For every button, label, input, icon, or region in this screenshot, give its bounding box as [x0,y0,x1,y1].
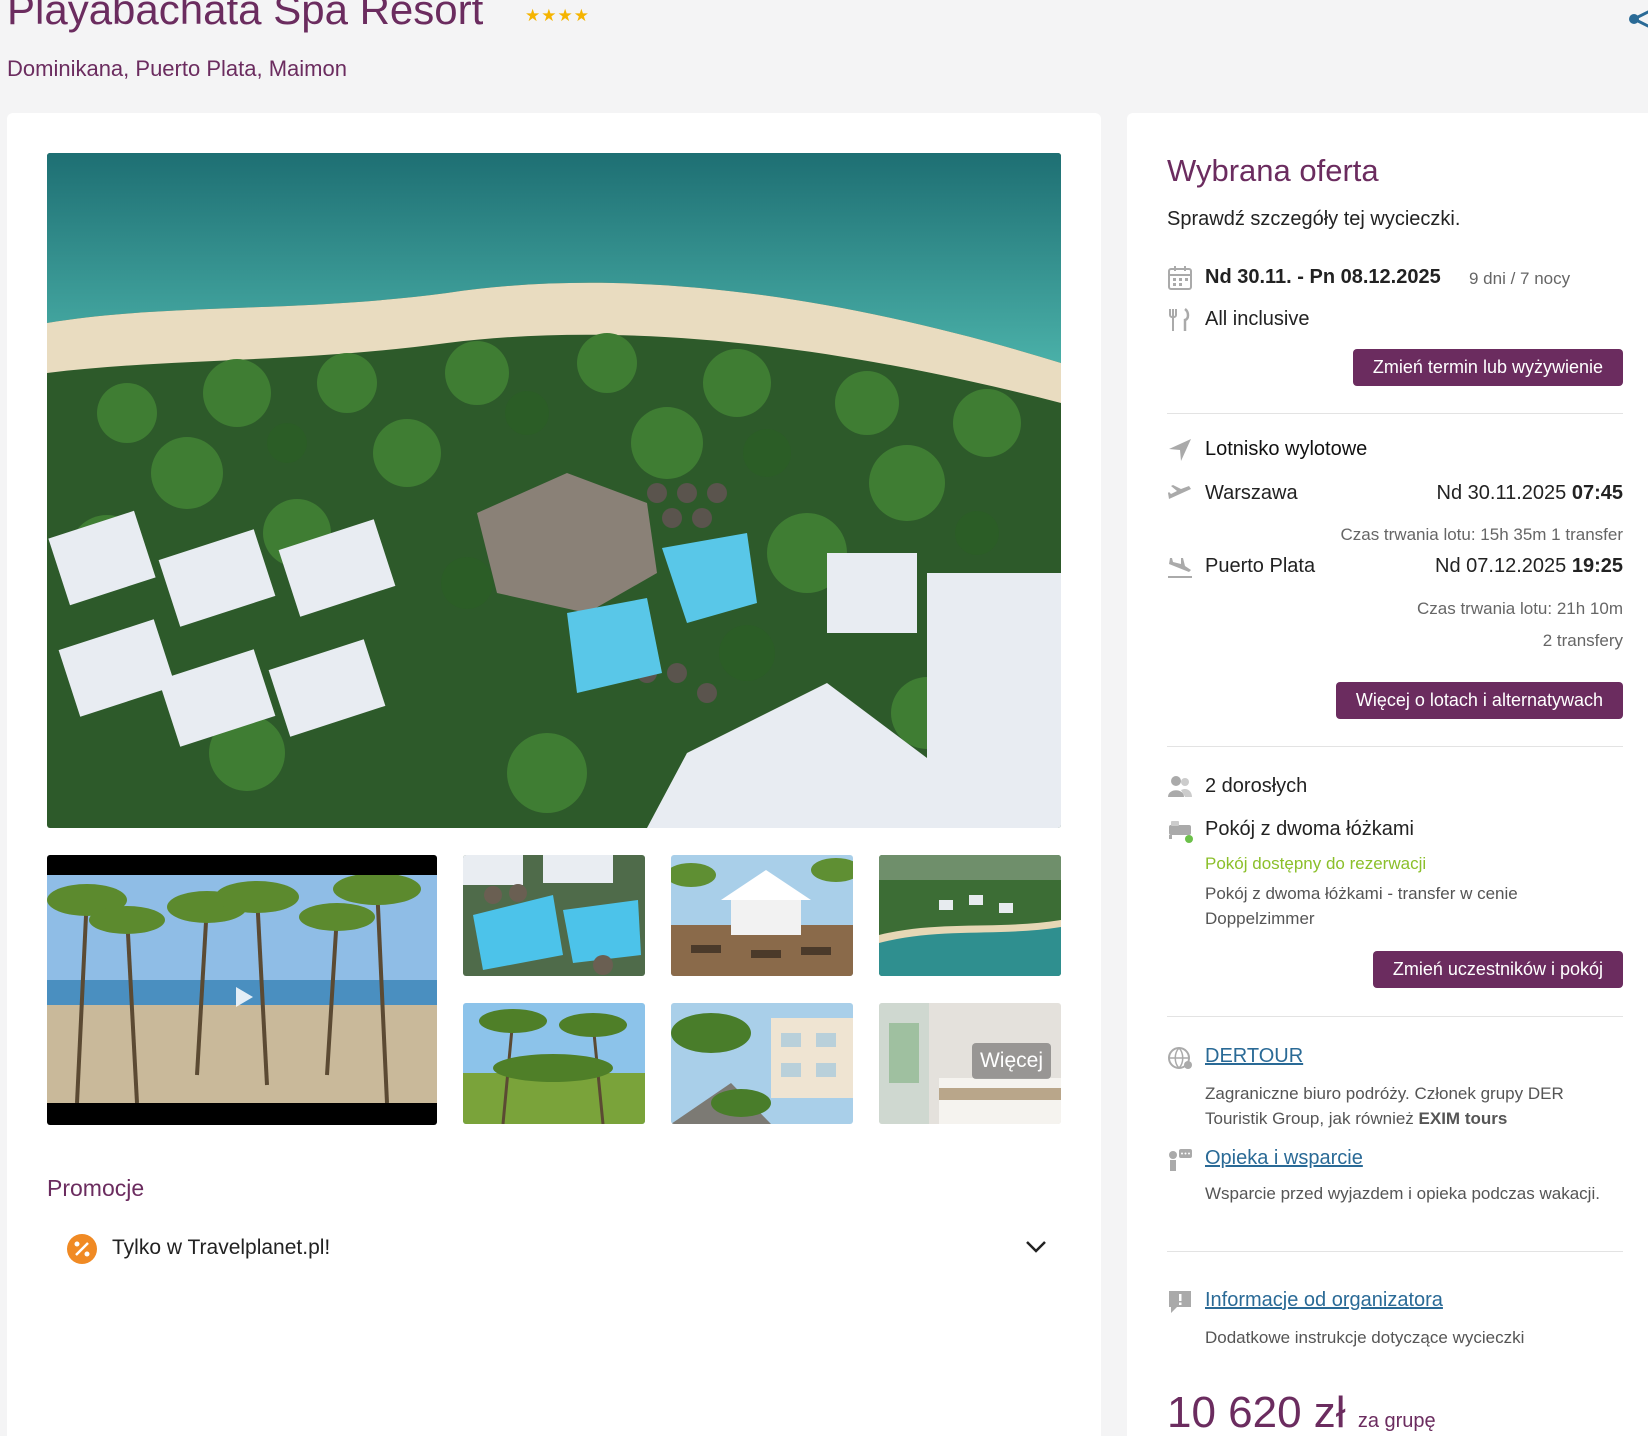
return-time: 19:25 [1571,555,1623,577]
offer-dates: Nd 30.11. - Pn 08.12.2025 [1205,266,1441,288]
travellers-count: 2 dorosłych [1205,775,1308,797]
gallery-thumb[interactable] [879,855,1061,976]
promotion-label: Tylko w Travelplanet.pl! [112,1236,331,1259]
play-icon[interactable] [229,983,257,1011]
board-type: All inclusive [1205,308,1310,330]
navigation-arrow-icon [1169,439,1191,461]
organizer-partner: EXIM tours [1418,1109,1508,1128]
outbound-city: Warszawa [1205,482,1298,504]
gallery-thumb[interactable] [463,855,645,976]
return-flight-info: Czas trwania lotu: 21h 10m [1417,599,1623,618]
offer-duration: 9 dni / 7 nocy [1469,269,1571,288]
share-icon[interactable] [1626,4,1648,34]
cutlery-icon [1169,308,1190,331]
divider [1167,746,1623,747]
price: 10 620 zł za grupę [1167,1388,1436,1436]
return-city: Puerto Plata [1205,555,1316,577]
room-availability: Pokój dostępny do rezerwacji [1205,854,1427,873]
organizer-link[interactable]: DERTOUR [1205,1045,1303,1068]
support-link[interactable]: Opieka i wsparcie [1205,1147,1363,1170]
more-photos-label[interactable]: Więcej [971,1043,1051,1079]
organizer-info-description: Dodatkowe instrukcje dotyczące wycieczki [1205,1328,1525,1347]
outbound-datetime: Nd 30.11.2025 07:45 [1437,482,1623,505]
outbound-flight-info: Czas trwania lotu: 15h 35m 1 transfer [1340,525,1623,544]
more-flights-button[interactable]: Więcej o lotach i alternatywach [1335,682,1623,719]
price-amount: 10 620 zł [1167,1388,1346,1436]
support-icon [1169,1149,1192,1171]
info-message-icon [1169,1291,1191,1313]
gallery-card: Więcej Promocje Tylko w Travelplanet.pl! [7,113,1101,1436]
main-photo[interactable] [47,153,1061,828]
offer-card: Wybrana oferta Sprawdź szczegóły tej wyc… [1127,113,1648,1436]
organizer-description-text: Zagraniczne biuro podróży. Członek grupy… [1205,1084,1564,1128]
gallery-thumb[interactable] [463,1003,645,1124]
star-rating: ★★★★ [525,6,590,25]
plane-departure-icon [1168,485,1191,499]
globe-icon [1168,1047,1192,1069]
divider [1167,1016,1623,1017]
bed-icon [1169,821,1193,843]
promotion-item[interactable]: Tylko w Travelplanet.pl! [67,1230,1057,1270]
outbound-time: 07:45 [1571,482,1623,504]
room-description: Pokój z dwoma łóżkami - transfer w cenie… [1205,884,1518,928]
video-thumbnail[interactable] [47,855,437,1125]
room-type: Pokój z dwoma łóżkami [1205,818,1414,840]
return-datetime: Nd 07.12.2025 19:25 [1435,555,1623,578]
gallery-thumb-more[interactable]: Więcej [879,1003,1061,1124]
plane-arrival-icon [1168,558,1192,578]
offer-subtitle: Sprawdź szczegóły tej wycieczki. [1167,208,1461,230]
change-room-button[interactable]: Zmień uczestników i pokój [1372,951,1623,988]
divider [1167,1251,1623,1252]
divider [1167,413,1623,414]
price-suffix: za grupę [1357,1410,1436,1432]
offer-title: Wybrana oferta [1167,153,1379,188]
percent-icon [67,1234,97,1264]
gallery-thumb[interactable] [671,855,853,976]
support-description: Wsparcie przed wyjazdem i opieka podczas… [1205,1184,1600,1203]
return-transfers: 2 transfery [1542,631,1623,650]
hotel-title: Playabachata Spa Resort [7,0,484,33]
organizer-info-link[interactable]: Informacje od organizatora [1205,1289,1443,1312]
return-date: Nd 07.12.2025 [1435,555,1567,577]
departure-airport-heading: Lotnisko wylotowe [1205,438,1368,460]
hotel-location[interactable]: Dominikana, Puerto Plata, Maimon [7,56,347,82]
change-date-button[interactable]: Zmień termin lub wyżywienie [1352,349,1623,386]
gallery-thumb[interactable] [671,1003,853,1124]
outbound-date: Nd 30.11.2025 [1436,482,1567,504]
chevron-down-icon[interactable] [1025,1240,1047,1254]
calendar-icon [1168,266,1192,290]
promotions-heading: Promocje [47,1175,145,1201]
organizer-description: Zagraniczne biuro podróży. Członek grupy… [1205,1081,1625,1131]
users-icon [1168,776,1192,797]
